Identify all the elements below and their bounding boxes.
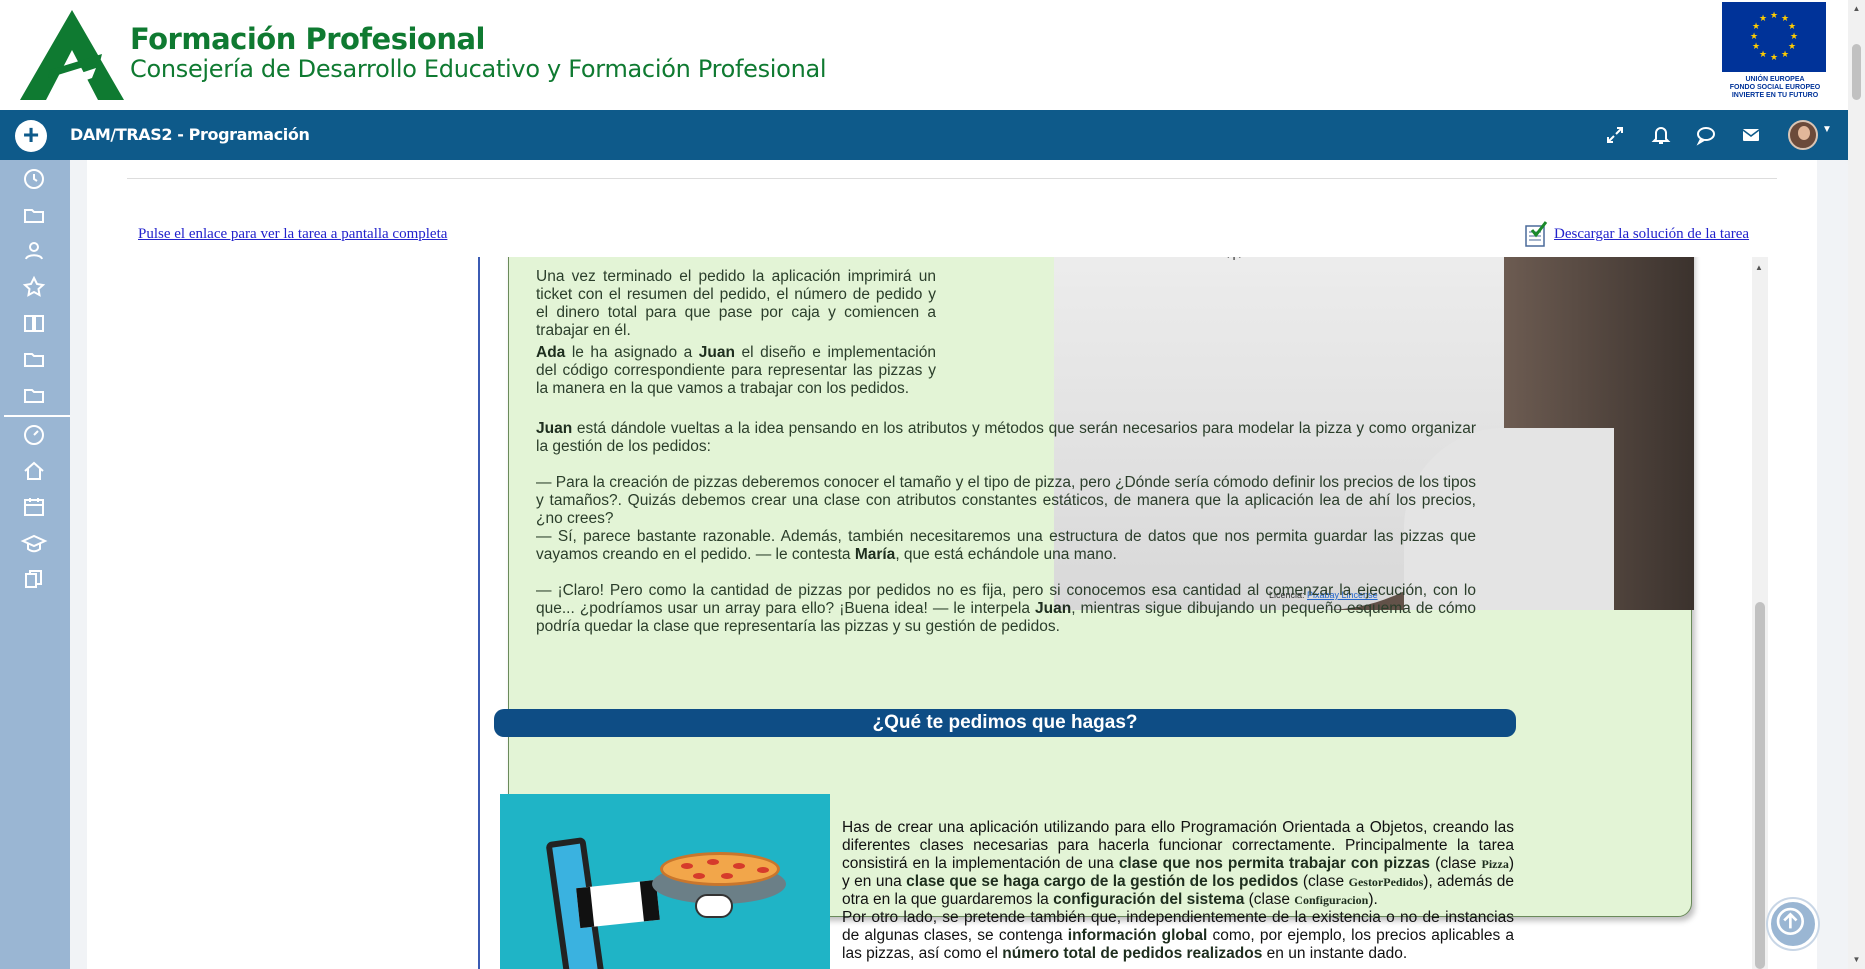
dashboard-icon[interactable]: [20, 421, 48, 449]
svg-text:★: ★: [1788, 21, 1796, 31]
scroll-up-icon[interactable]: ▲: [1755, 263, 1763, 272]
scroll-up-icon[interactable]: ▲: [1852, 4, 1861, 13]
mail-icon[interactable]: [1738, 122, 1764, 148]
pizza-delivery-illustration: [500, 794, 830, 969]
folder-icon[interactable]: [20, 201, 48, 229]
graduation-icon[interactable]: [20, 529, 48, 557]
back-to-top-button[interactable]: [1768, 899, 1818, 949]
task-bold: información global: [1067, 927, 1208, 944]
name-juan: Juan: [698, 344, 735, 361]
document-check-icon: [1525, 221, 1548, 247]
eu-caption: UNIÓN EUROPEA FONDO SOCIAL EUROPEO INVIE…: [1722, 76, 1828, 100]
task-bold: clase que nos permita trabajar con pizza…: [1118, 855, 1431, 872]
class-name-config: Configuracion: [1294, 893, 1369, 907]
task-paragraph: Has de crear una aplicación utilizando p…: [842, 819, 1514, 909]
user-avatar[interactable]: [1788, 120, 1818, 150]
top-navbar: + DAM/TRAS2 - Programación ▼: [0, 110, 1848, 160]
story-paragraph: Juan está dándole vueltas a la idea pens…: [536, 420, 1476, 456]
svg-text:★: ★: [1750, 31, 1758, 41]
svg-text:★: ★: [1770, 52, 1778, 62]
class-name-pizza: Pizza: [1481, 857, 1509, 871]
svg-text:★: ★: [1790, 31, 1798, 41]
course-title[interactable]: DAM/TRAS2 - Programación: [70, 125, 310, 144]
svg-text:★: ★: [1781, 49, 1789, 59]
left-rail: [0, 160, 70, 969]
calendar-icon[interactable]: [20, 493, 48, 521]
chevron-down-icon[interactable]: ▼: [1822, 124, 1832, 135]
task-bold: número total de pedidos realizados: [1002, 945, 1263, 962]
story-text: le ha asignado a: [565, 344, 699, 361]
rail-divider: [4, 415, 70, 417]
open-drawer-button[interactable]: +: [15, 120, 47, 152]
svg-text:★: ★: [1770, 10, 1778, 20]
svg-text:★: ★: [1759, 13, 1767, 23]
folder-icon[interactable]: [20, 381, 48, 409]
junta-logo[interactable]: [20, 10, 124, 100]
task-frame[interactable]: ✳ Licencia: Pixabay Lincense Una vez ter…: [478, 257, 1776, 969]
home-icon[interactable]: [20, 457, 48, 485]
clock-icon[interactable]: [20, 165, 48, 193]
task-text: (clase: [1430, 855, 1482, 872]
eu-caption-line: INVIERTE EN TU FUTURO: [1731, 92, 1819, 99]
eu-logo: ★ ★ ★ ★ ★ ★ ★ ★ ★ ★ ★ ★ UNIÓN EUROPEA FO…: [1722, 2, 1828, 100]
eu-flag-icon: ★ ★ ★ ★ ★ ★ ★ ★ ★ ★ ★ ★: [1722, 2, 1826, 72]
name-juan: Juan: [1035, 600, 1072, 617]
task-paragraph: Por otro lado, se pretende también que, …: [842, 909, 1514, 963]
expand-icon[interactable]: [1602, 122, 1628, 148]
task-text: ).: [1368, 891, 1378, 908]
svg-text:★: ★: [1759, 49, 1767, 59]
site-banner: Formación Profesional Consejería de Desa…: [0, 0, 1848, 110]
story-text: está dándole vueltas a la idea pensando …: [536, 420, 1476, 455]
task-text: (clase: [1244, 891, 1295, 908]
bell-icon[interactable]: [1648, 122, 1674, 148]
name-ada: Ada: [536, 344, 566, 361]
brand-subtitle: Consejería de Desarrollo Educativo y For…: [130, 55, 827, 83]
svg-text:★: ★: [1788, 41, 1796, 51]
page-scroll-thumb[interactable]: [1852, 44, 1861, 100]
star-icon[interactable]: [20, 273, 48, 301]
files-icon[interactable]: [20, 565, 48, 593]
section-heading: ¿Qué te pedimos que hagas?: [494, 709, 1516, 737]
book-icon[interactable]: [20, 309, 48, 337]
hand-icon: [695, 894, 733, 918]
task-bold: clase que se haga cargo de la gestión de…: [906, 873, 1299, 890]
eu-caption-line: FONDO SOCIAL EUROPEO: [1729, 84, 1821, 91]
story-paragraph: — ¡Claro! Pero como la cantidad de pizza…: [536, 582, 1476, 636]
story-paragraph: — Sí, parece bastante razonable. Además,…: [536, 528, 1476, 564]
task-text: en un instante dado.: [1262, 945, 1408, 962]
eu-caption-line: UNIÓN EUROPEA: [1745, 76, 1805, 83]
divider: [127, 178, 1777, 179]
users-icon[interactable]: [20, 237, 48, 265]
name-maria: María: [854, 546, 896, 563]
svg-text:★: ★: [1752, 41, 1760, 51]
sleeve: [576, 879, 660, 929]
task-bold: configuración del sistema: [1053, 891, 1245, 908]
logo-mark-icon: ✳: [1224, 257, 1244, 267]
task-text: (clase: [1298, 873, 1349, 890]
page-scrollbar[interactable]: ▲ ▼: [1848, 0, 1865, 969]
class-name-gestor: GestorPedidos: [1348, 875, 1424, 889]
scroll-down-icon[interactable]: ▼: [1852, 955, 1861, 964]
fullscreen-link[interactable]: Pulse el enlace para ver la tarea a pant…: [138, 226, 447, 243]
story-paragraph: Una vez terminado el pedido la aplicació…: [536, 268, 936, 339]
chat-icon[interactable]: [1693, 122, 1719, 148]
pizza-icon: [660, 852, 780, 886]
frame-scroll-thumb[interactable]: [1755, 602, 1765, 969]
story-paragraph: Ada le ha asignado a Juan el diseño e im…: [536, 344, 936, 398]
frame-scrollbar[interactable]: ▲: [1752, 257, 1768, 969]
story-text: , que está echándole una mano.: [895, 546, 1117, 563]
brand-title: Formación Profesional: [130, 22, 486, 56]
story-paragraph: — Para la creación de pizzas deberemos c…: [536, 474, 1476, 527]
folder-icon[interactable]: [20, 345, 48, 373]
name-juan: Juan: [536, 420, 573, 437]
download-solution-link[interactable]: Descargar la solución de la tarea: [1554, 226, 1749, 243]
